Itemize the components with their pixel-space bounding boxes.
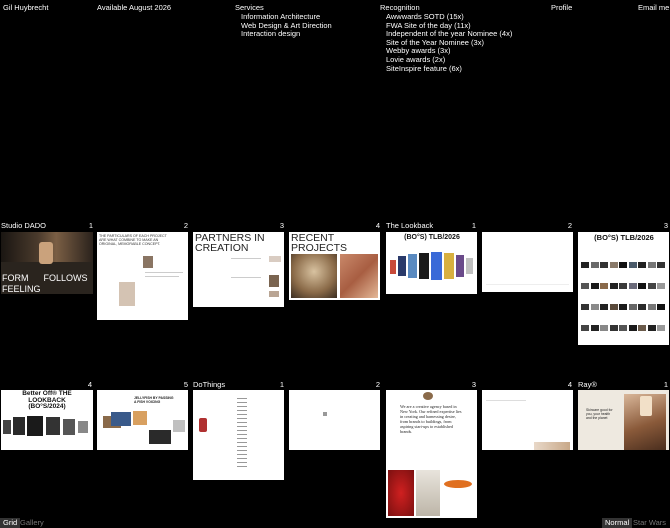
thumb-headline: Skincare good for you, your health and t… <box>586 408 613 420</box>
thumb-headline: THE PARTICULARS OF EACH PROJECT ARE WHAT… <box>99 234 167 247</box>
project-title-dothings[interactable]: DoThings <box>193 380 225 389</box>
services-list: Information Architecture Web Design & Ar… <box>241 12 332 38</box>
project-thumbnail[interactable]: (BO°S) TLB/2026 <box>578 232 669 345</box>
divider <box>231 277 261 278</box>
thumb-image <box>534 442 570 450</box>
project-thumbnail[interactable]: Skincare good for you, your health and t… <box>578 390 669 450</box>
thumb-headline: We are a creative agency based in New Yo… <box>400 404 462 434</box>
recognition-item: Webby awards (3x) <box>386 46 451 56</box>
service-item: Interaction design <box>241 29 301 39</box>
divider <box>486 400 526 401</box>
thumb-text-list <box>237 398 247 468</box>
project-title-studio-dado[interactable]: Studio DADO <box>1 221 46 230</box>
thumb-index: 2 <box>183 221 188 230</box>
thumb-index: 1 <box>279 380 284 389</box>
thumb-image-grid <box>581 262 667 342</box>
recognition-item: Independent of the year Nominee (4x) <box>386 29 513 39</box>
project-title-the-lookback[interactable]: The Lookback <box>386 221 433 230</box>
recognition-list: Awwwards SOTD (15x) FWA Site of the day … <box>386 12 512 72</box>
thumb-image <box>119 282 135 306</box>
thumb-image <box>199 418 207 432</box>
profile-link[interactable]: Profile <box>551 3 572 12</box>
thumb-image <box>640 396 652 416</box>
thumb-image <box>111 412 131 426</box>
mode-normal-button[interactable]: Normal <box>602 518 633 528</box>
thumb-index: 5 <box>183 380 188 389</box>
project-thumbnail[interactable]: PARTNERS IN CREATION <box>193 232 284 307</box>
thumb-headline: (BO°S) TLB/2026 <box>594 233 654 242</box>
thumb-image <box>143 256 153 268</box>
recognition-heading: Recognition <box>380 3 420 12</box>
thumb-headline: FORM FOLLOWS FEELING <box>2 273 88 294</box>
thumb-index: 2 <box>375 380 380 389</box>
project-thumbnail[interactable] <box>482 390 573 450</box>
thumb-index: 1 <box>663 380 668 389</box>
thumb-image-strip <box>390 252 474 282</box>
thumb-image <box>63 419 75 435</box>
thumb-image <box>78 421 88 433</box>
vase-shape <box>39 242 53 264</box>
thumb-image <box>269 275 279 287</box>
thumb-image <box>46 417 60 435</box>
recognition-item: SiteInspire feature (6x) <box>386 63 462 73</box>
recognition-item: Site of the Year Nominee (3x) <box>386 37 484 47</box>
thumb-image <box>269 291 279 297</box>
thumb-image <box>27 416 43 436</box>
thumb-index: 4 <box>87 380 92 389</box>
project-thumbnail[interactable]: THE PARTICULARS OF EACH PROJECT ARE WHAT… <box>97 232 188 320</box>
thumb-index: 1 <box>88 221 93 230</box>
recognition-item: Awwwards SOTD (15x) <box>386 12 464 21</box>
service-item: Web Design & Art Direction <box>241 20 332 30</box>
services-heading: Services <box>235 3 264 12</box>
thumb-image <box>323 412 327 416</box>
project-thumbnail[interactable]: JELLYFISH BY PASSING A FISH VOICING <box>97 390 188 450</box>
divider <box>231 258 261 259</box>
thumb-headline: PARTNERS IN CREATION <box>195 232 265 254</box>
thumb-index: 3 <box>663 221 668 230</box>
recognition-item: Lovie awards (2x) <box>386 54 446 64</box>
divider <box>145 276 179 277</box>
thumb-image <box>340 254 378 298</box>
thumb-index: 3 <box>279 221 284 230</box>
thumb-image <box>13 417 25 435</box>
thumb-image <box>149 430 171 444</box>
thumb-image <box>291 254 337 298</box>
thumb-headline: RECENT PROJECTS <box>291 232 348 254</box>
thumb-image <box>173 420 185 432</box>
thumb-image <box>269 256 281 262</box>
site-name-link[interactable]: Gil Huybrecht <box>3 3 48 12</box>
mode-star-wars-button[interactable]: Star Wars <box>630 518 669 528</box>
thumb-index: 2 <box>567 221 572 230</box>
thumb-image <box>416 470 440 516</box>
service-item: Information Architecture <box>241 12 321 21</box>
project-thumbnail[interactable] <box>289 390 380 450</box>
thumb-index: 4 <box>567 380 572 389</box>
project-title-ray[interactable]: Ray® <box>578 380 597 389</box>
thumb-index: 4 <box>375 221 380 230</box>
thumb-image <box>388 470 414 516</box>
thumb-headline: Better Off® THE LOOKBACK (BO°S/2024) <box>22 390 72 411</box>
email-link[interactable]: Email me <box>638 3 669 12</box>
thumb-headline: (BO°S) TLB/2026 <box>404 234 460 241</box>
project-thumbnail[interactable]: FORM FOLLOWS FEELING <box>1 232 93 294</box>
project-thumbnail[interactable]: RECENT PROJECTS <box>289 232 380 300</box>
thumb-index: 3 <box>471 380 476 389</box>
thumb-image <box>3 420 11 434</box>
divider <box>145 272 183 273</box>
project-thumbnail[interactable] <box>482 232 573 292</box>
project-thumbnail[interactable]: Better Off® THE LOOKBACK (BO°S/2024) <box>1 390 93 450</box>
recognition-item: FWA Site of the day (11x) <box>386 20 471 30</box>
thumb-image <box>423 392 433 400</box>
thumb-image <box>444 480 472 488</box>
divider <box>486 284 569 285</box>
project-thumbnail[interactable]: We are a creative agency based in New Yo… <box>386 390 477 518</box>
project-thumbnail[interactable]: (BO°S) TLB/2026 <box>386 232 477 294</box>
thumb-image <box>133 411 147 425</box>
project-thumbnail[interactable] <box>193 390 284 480</box>
availability-text: Available August 2026 <box>97 3 172 12</box>
thumb-headline: JELLYFISH BY PASSING A FISH VOICING <box>134 396 174 404</box>
view-gallery-button[interactable]: Gallery <box>17 518 47 528</box>
thumb-index: 1 <box>471 221 476 230</box>
